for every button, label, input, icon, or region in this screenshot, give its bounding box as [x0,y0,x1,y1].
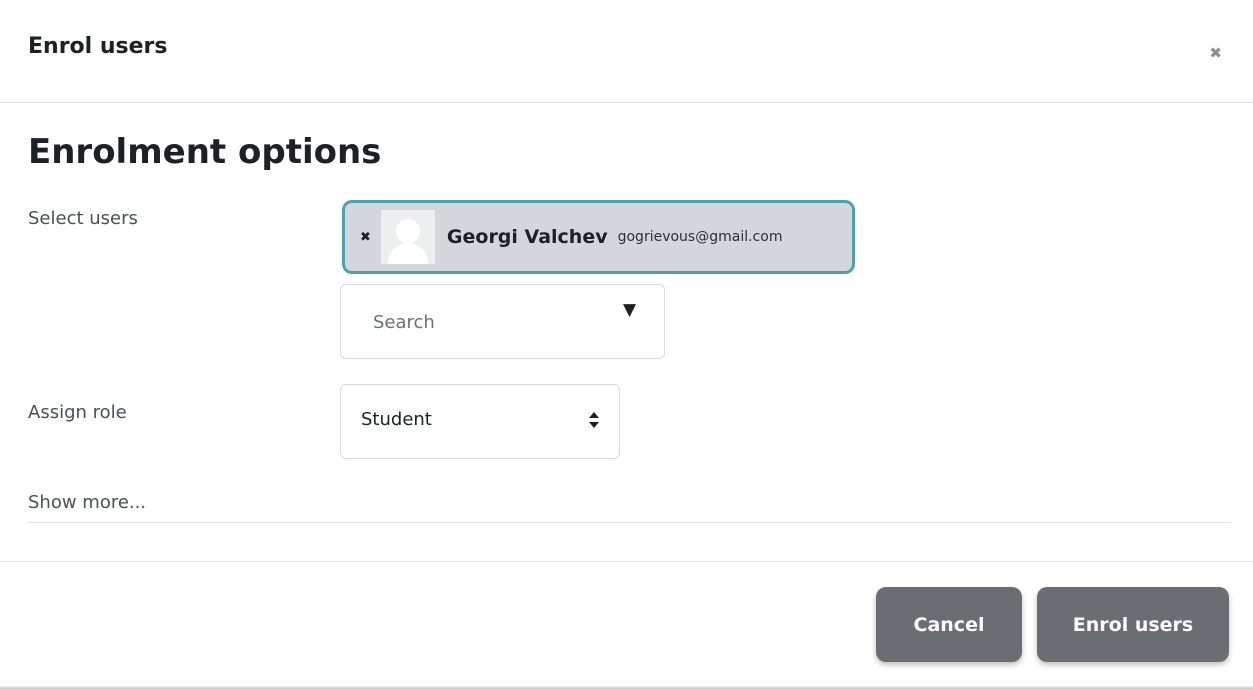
divider [28,522,1231,523]
close-icon[interactable]: ✖ [1209,46,1222,61]
footer-divider [0,561,1253,562]
user-search-box[interactable]: ▼ [340,284,665,359]
modal-title: Enrol users [28,34,168,59]
assign-role-label: Assign role [28,402,127,423]
role-select[interactable]: Student [340,384,620,459]
selected-user-chip[interactable]: ✖ Georgi Valchev gogrievous@gmail.com [342,200,855,274]
dropdown-toggle-icon[interactable]: ▼ [623,302,636,319]
enrol-users-modal: Enrol users ✖ Enrolment options Select u… [0,0,1253,689]
selected-user-name: Georgi Valchev [446,226,608,248]
search-input[interactable] [373,308,593,336]
show-more-link[interactable]: Show more... [28,492,146,513]
select-arrows-icon [589,412,599,428]
section-title: Enrolment options [28,132,382,172]
role-select-value: Student [361,409,432,430]
remove-selected-user-icon[interactable]: ✖ [360,230,371,245]
modal-header: Enrol users ✖ [0,0,1253,103]
cancel-button[interactable]: Cancel [876,587,1022,662]
select-users-label: Select users [28,208,138,229]
enrol-users-button[interactable]: Enrol users [1037,587,1229,662]
avatar [380,210,435,264]
selected-user-email: gogrievous@gmail.com [617,229,783,245]
